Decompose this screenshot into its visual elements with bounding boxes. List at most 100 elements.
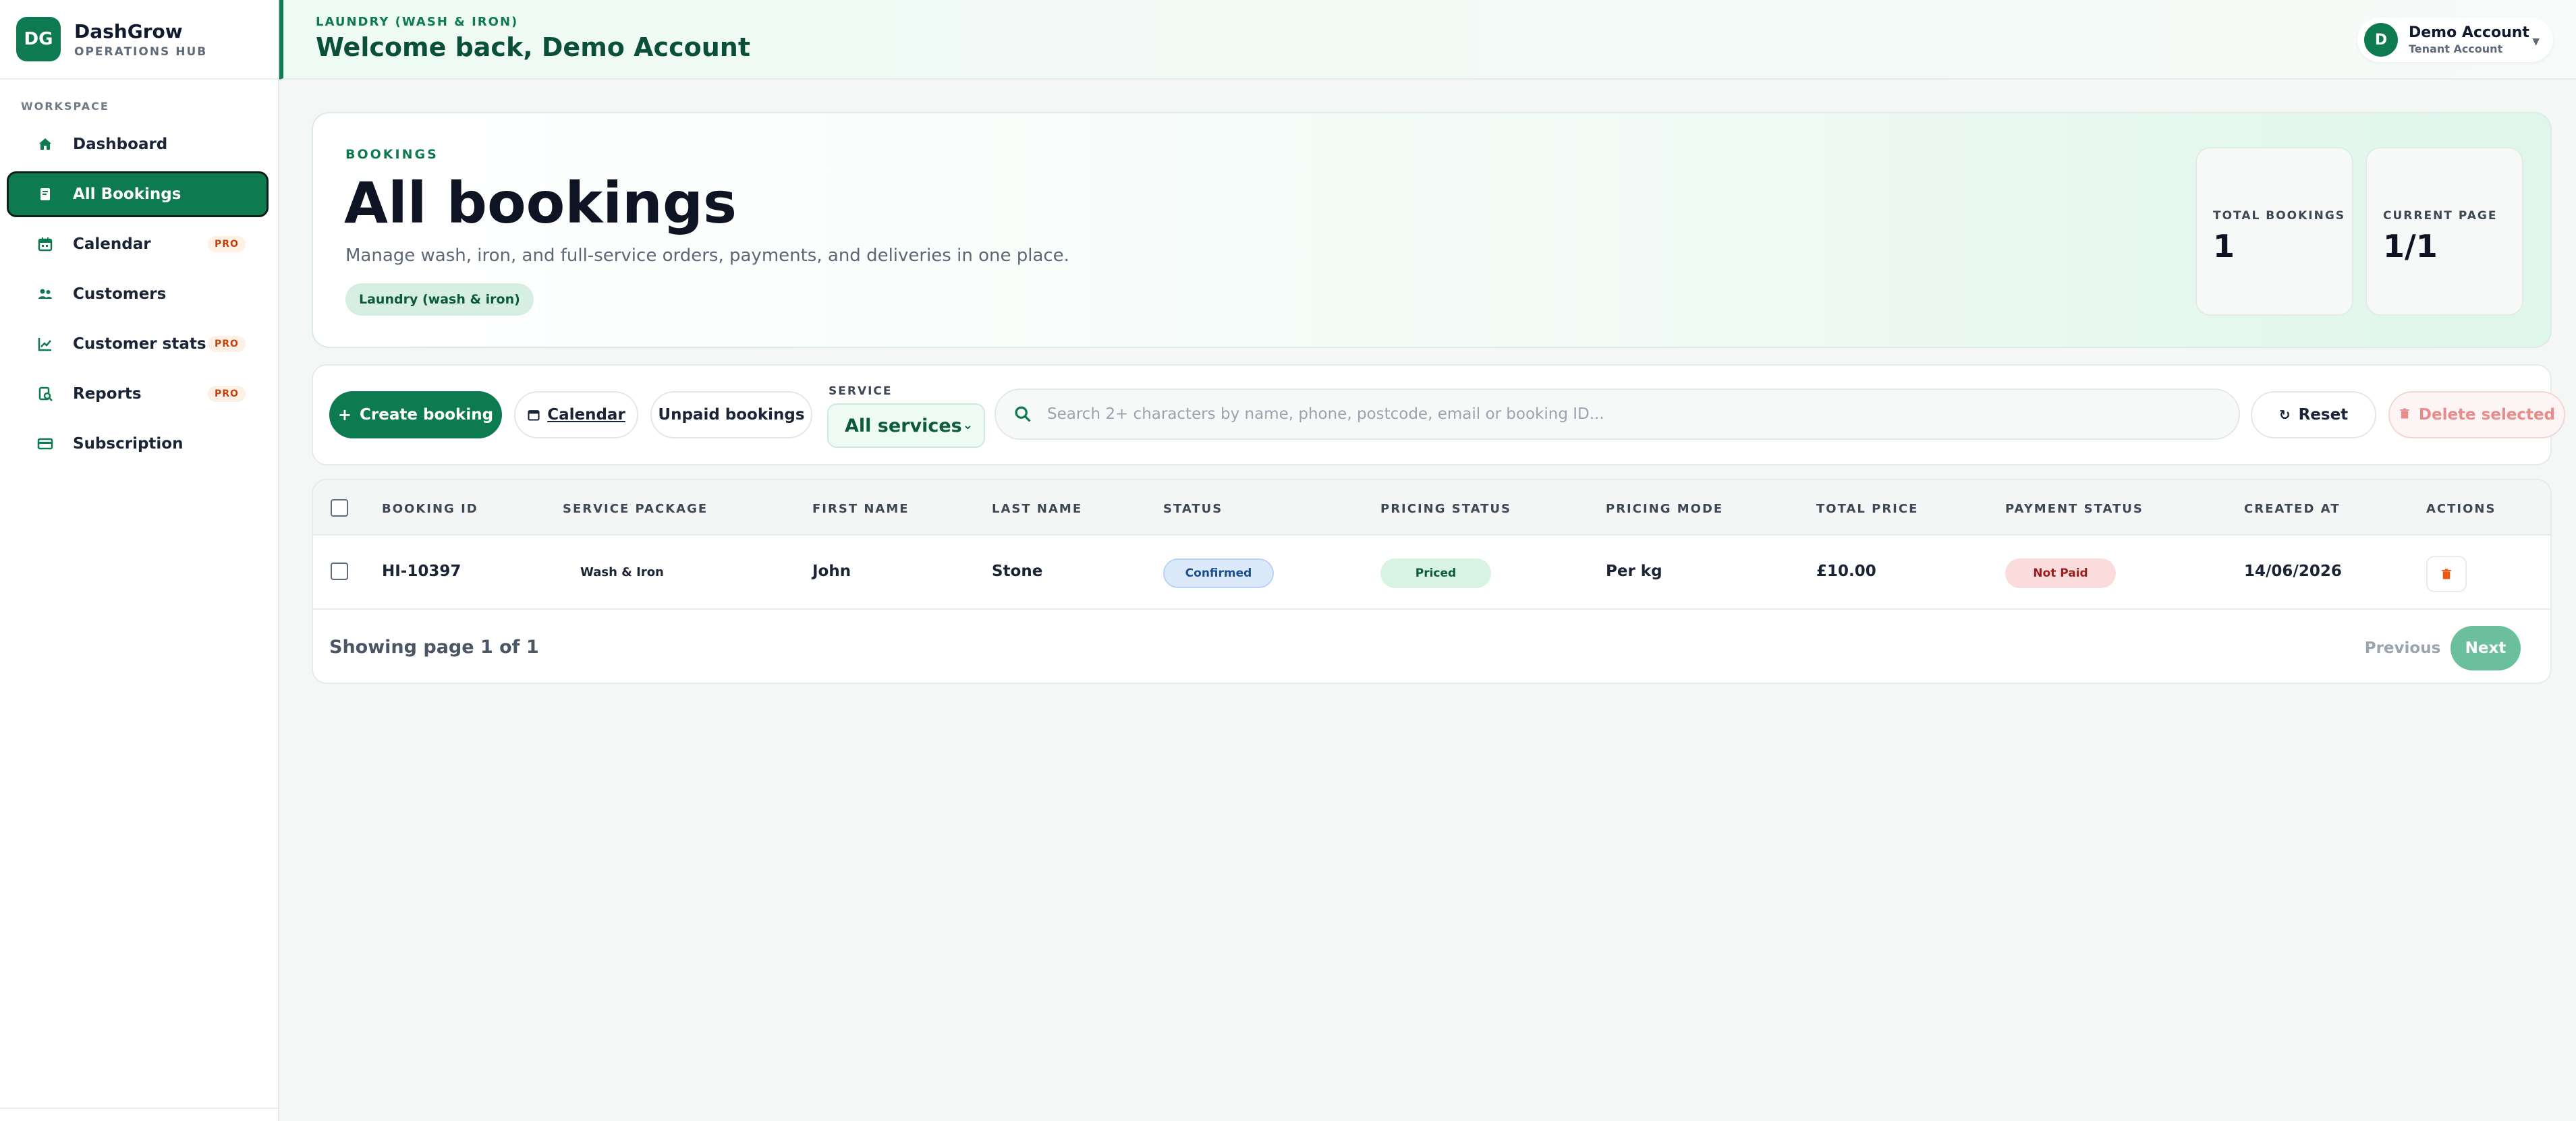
home-icon xyxy=(36,136,54,153)
reset-button[interactable]: ↻ Reset xyxy=(2251,391,2376,438)
plus-icon: + xyxy=(337,405,352,424)
sidebar-item-customers[interactable]: Customers xyxy=(7,271,269,317)
select-all-checkbox[interactable] xyxy=(331,499,348,517)
top-header: LAUNDRY (WASH & IRON) Welcome back, Demo… xyxy=(279,0,2576,80)
sidebar-item-label: Dashboard xyxy=(73,136,168,153)
avatar: D xyxy=(2364,23,2398,57)
brand-logo: DG xyxy=(16,17,61,61)
account-menu[interactable]: D Demo Account Tenant Account ▼ xyxy=(2357,18,2553,62)
sidebar: DG DashGrow OPERATIONS HUB WORKSPACE Das… xyxy=(0,0,279,1121)
account-name: Demo Account xyxy=(2409,24,2529,41)
pro-badge: PRO xyxy=(208,236,246,252)
unpaid-bookings-button[interactable]: Unpaid bookings xyxy=(650,391,812,438)
delete-selected-label: Delete selected xyxy=(2418,406,2556,424)
stat-total-bookings: TOTAL BOOKINGS 1 xyxy=(2195,147,2353,316)
calendar-icon xyxy=(36,235,54,253)
sidebar-item-all-bookings[interactable]: All Bookings xyxy=(7,171,269,217)
column-header[interactable]: PRICING STATUS xyxy=(1380,502,1511,516)
payment-status-badge: Not Paid xyxy=(2005,558,2116,588)
brand[interactable]: DG DashGrow OPERATIONS HUB xyxy=(0,0,278,80)
sidebar-item-customer-stats[interactable]: Customer stats PRO xyxy=(7,321,269,367)
chevron-down-icon: ⌄ xyxy=(962,418,973,432)
chart-line-icon xyxy=(36,335,54,353)
bookings-toolbar: + Create booking Calendar Unpaid booking… xyxy=(312,364,2565,465)
chevron-down-icon: ▼ xyxy=(2532,36,2540,47)
search-bar xyxy=(995,389,2240,440)
sidebar-item-label: All Bookings xyxy=(73,185,181,203)
sidebar-item-label: Reports xyxy=(73,385,142,403)
page-title: All bookings xyxy=(344,170,737,236)
create-booking-label: Create booking xyxy=(360,406,494,424)
service-package: Wash & Iron xyxy=(580,565,664,579)
stat-current-page: CURRENT PAGE 1/1 xyxy=(2365,147,2523,316)
hero-card: BOOKINGS All bookings Manage wash, iron,… xyxy=(312,112,2552,348)
stat-value: 1 xyxy=(2213,228,2235,264)
last-name: Stone xyxy=(992,563,1043,580)
reset-label: Reset xyxy=(2298,406,2349,424)
column-header[interactable]: SERVICE PACKAGE xyxy=(563,502,708,516)
pagination-summary: Showing page 1 of 1 xyxy=(329,637,539,658)
service-select[interactable]: All services ⌄ xyxy=(827,403,985,448)
welcome-title: Welcome back, Demo Account xyxy=(316,32,750,62)
created-at: 14/06/2026 xyxy=(2244,563,2342,580)
bookings-table: BOOKING ID SERVICE PACKAGE FIRST NAME LA… xyxy=(312,479,2552,684)
column-header[interactable]: TOTAL PRICE xyxy=(1816,502,1918,516)
industry-chip: Laundry (wash & iron) xyxy=(345,283,534,316)
column-header[interactable]: PRICING MODE xyxy=(1606,502,1723,516)
sidebar-item-reports[interactable]: Reports PRO xyxy=(7,371,269,417)
stat-label: TOTAL BOOKINGS xyxy=(2213,209,2346,223)
column-header[interactable]: FIRST NAME xyxy=(812,502,909,516)
pricing-status-badge: Priced xyxy=(1380,558,1491,588)
sidebar-item-label: Subscription xyxy=(73,435,184,453)
sidebar-item-label: Customers xyxy=(73,285,167,303)
create-booking-button[interactable]: + Create booking xyxy=(329,391,502,438)
stat-value: 1/1 xyxy=(2383,228,2438,264)
workspace-label: WORKSPACE xyxy=(21,100,109,113)
brand-subtitle: OPERATIONS HUB xyxy=(74,45,208,59)
sidebar-item-label: Calendar xyxy=(73,235,151,253)
row-checkbox[interactable] xyxy=(331,563,348,580)
pro-badge: PRO xyxy=(208,386,246,402)
next-page-button[interactable]: Next xyxy=(2451,626,2521,670)
service-filter-label: SERVICE xyxy=(829,384,893,398)
breadcrumb: LAUNDRY (WASH & IRON) xyxy=(316,15,519,29)
pro-badge: PRO xyxy=(208,336,246,352)
column-header[interactable]: LAST NAME xyxy=(992,502,1082,516)
trash-icon xyxy=(2399,406,2411,424)
sidebar-nav: Dashboard All Bookings Calendar PRO Cust… xyxy=(7,121,269,471)
account-role: Tenant Account xyxy=(2409,42,2503,55)
sidebar-item-calendar[interactable]: Calendar PRO xyxy=(7,221,269,267)
credit-card-icon xyxy=(36,435,54,453)
pricing-mode: Per kg xyxy=(1606,563,1662,580)
trash-icon xyxy=(2440,568,2453,580)
search-input[interactable] xyxy=(1047,405,2221,423)
calendar-button[interactable]: Calendar xyxy=(514,391,638,438)
brand-name: DashGrow xyxy=(74,20,183,42)
delete-row-button[interactable] xyxy=(2426,556,2467,592)
booking-id[interactable]: HI-10397 xyxy=(382,563,461,580)
column-header[interactable]: CREATED AT xyxy=(2244,502,2341,516)
sidebar-item-label: Customer stats xyxy=(73,335,206,353)
column-header: ACTIONS xyxy=(2426,502,2496,516)
total-price: £10.00 xyxy=(1816,563,1876,580)
delete-selected-button[interactable]: Delete selected xyxy=(2388,391,2565,438)
table-header: BOOKING ID SERVICE PACKAGE FIRST NAME LA… xyxy=(313,480,2550,536)
column-header[interactable]: STATUS xyxy=(1163,502,1223,516)
column-header[interactable]: BOOKING ID xyxy=(382,502,478,516)
users-icon xyxy=(36,285,54,303)
table-row[interactable]: HI-10397 Wash & Iron John Stone Confirme… xyxy=(313,536,2550,610)
previous-page-button[interactable]: Previous xyxy=(2359,626,2446,670)
first-name: John xyxy=(812,563,851,580)
search-icon xyxy=(1013,405,1032,424)
service-select-value: All services xyxy=(845,415,962,436)
calendar-icon xyxy=(527,408,540,422)
book-icon xyxy=(36,185,54,203)
sidebar-divider xyxy=(0,1108,278,1109)
sidebar-item-dashboard[interactable]: Dashboard xyxy=(7,121,269,167)
sidebar-item-subscription[interactable]: Subscription xyxy=(7,421,269,467)
section-eyebrow: BOOKINGS xyxy=(345,147,439,162)
page-description: Manage wash, iron, and full-service orde… xyxy=(345,246,1069,266)
calendar-button-label: Calendar xyxy=(547,406,625,424)
column-header[interactable]: PAYMENT STATUS xyxy=(2005,502,2144,516)
refresh-icon: ↻ xyxy=(2278,407,2291,423)
